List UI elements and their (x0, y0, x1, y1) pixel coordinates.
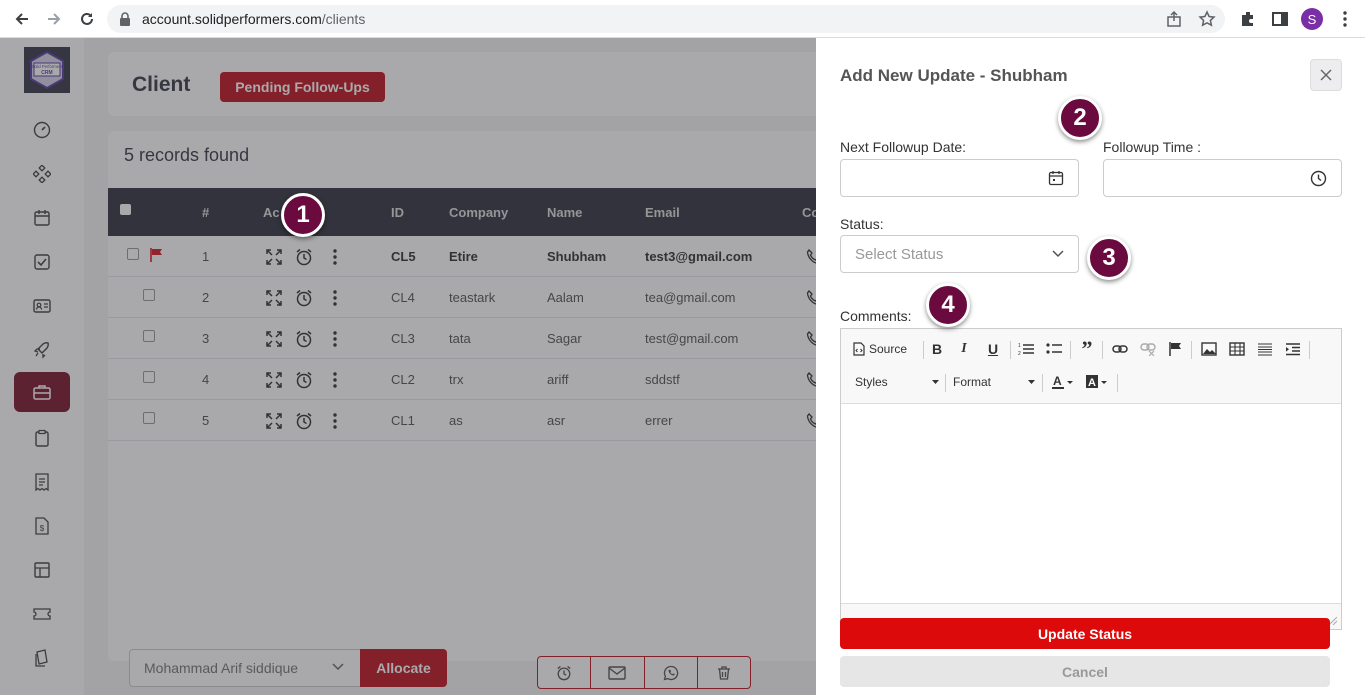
step-badge: 3 (1087, 236, 1131, 280)
toolbar-divider (923, 341, 924, 359)
source-icon (853, 342, 865, 356)
clock-icon[interactable] (1310, 170, 1327, 187)
format-label: Format (953, 375, 992, 389)
share-icon[interactable] (1165, 10, 1183, 28)
forward-icon[interactable] (43, 8, 65, 30)
italic-icon[interactable]: I (954, 339, 974, 359)
bold-icon[interactable]: B (927, 339, 947, 359)
editor-content-area[interactable] (841, 403, 1341, 604)
extensions-icon[interactable] (1238, 9, 1258, 29)
browser-toolbar: account.solidperformers.com/clients S (0, 0, 1365, 38)
table-icon[interactable] (1227, 339, 1247, 359)
next-followup-date-label: Next Followup Date: (840, 139, 967, 155)
resize-handle-icon[interactable] (1329, 617, 1337, 625)
link-icon[interactable] (1110, 339, 1130, 359)
next-followup-date-input[interactable] (840, 159, 1079, 197)
styles-label: Styles (855, 375, 888, 389)
back-icon[interactable] (11, 8, 33, 30)
step-badge: 4 (926, 283, 970, 327)
cancel-button[interactable]: Cancel (840, 656, 1330, 687)
horizontal-line-icon[interactable] (1255, 339, 1275, 359)
format-dropdown[interactable]: Format (953, 372, 1035, 392)
panel-title: Add New Update - Shubham (840, 66, 1068, 85)
bulleted-list-icon[interactable] (1044, 339, 1064, 359)
toolbar-divider (945, 374, 946, 392)
dropdown-arrow-icon (1028, 380, 1035, 384)
svg-text:2: 2 (1018, 351, 1021, 356)
status-placeholder: Select Status (855, 246, 944, 263)
svg-text:1: 1 (1018, 343, 1021, 349)
url-text: account.solidperformers.com/clients (142, 11, 366, 27)
styles-dropdown[interactable]: Styles (855, 372, 939, 392)
toolbar-divider (1309, 341, 1310, 359)
chevron-down-icon (1052, 250, 1064, 258)
unlink-icon[interactable] (1138, 339, 1158, 359)
modal-backdrop[interactable] (0, 38, 816, 695)
blockquote-icon[interactable]: ” (1077, 336, 1097, 361)
status-select[interactable]: Select Status (840, 235, 1079, 273)
toolbar-divider (1191, 341, 1192, 359)
step-badge: 2 (1058, 96, 1102, 140)
kebab-menu-icon[interactable] (1335, 9, 1355, 29)
source-label: Source (869, 342, 908, 356)
reload-icon[interactable] (76, 8, 98, 30)
address-bar[interactable]: account.solidperformers.com/clients (107, 5, 1225, 33)
source-button[interactable]: Source (853, 339, 915, 359)
background-color-icon[interactable]: A (1085, 372, 1111, 392)
image-icon[interactable] (1199, 339, 1219, 359)
close-icon (1320, 69, 1332, 81)
toolbar-divider (1102, 341, 1103, 359)
lock-icon (119, 12, 131, 26)
bookmark-star-icon[interactable] (1198, 10, 1216, 28)
toolbar-divider (1042, 374, 1043, 392)
app: Solid Performers CRM $ Client Pending Fo… (0, 38, 1365, 695)
svg-text:A: A (1053, 374, 1062, 388)
followup-time-label: Followup Time : (1103, 139, 1202, 155)
comments-editor: Source B I U 12 ” Styles Format A A (840, 328, 1342, 630)
calendar-icon[interactable] (1048, 170, 1064, 186)
profile-avatar[interactable]: S (1301, 8, 1323, 30)
step-badge: 1 (281, 193, 325, 237)
anchor-flag-icon[interactable] (1166, 339, 1186, 359)
followup-time-input[interactable] (1103, 159, 1342, 197)
toolbar-divider (1070, 341, 1071, 359)
update-status-button[interactable]: Update Status (840, 618, 1330, 649)
dropdown-arrow-icon (932, 380, 939, 384)
indent-icon[interactable] (1283, 339, 1303, 359)
status-label: Status: (840, 216, 884, 232)
toolbar-divider (1117, 374, 1118, 392)
comments-label: Comments: (840, 308, 912, 324)
side-panel-icon[interactable] (1270, 9, 1290, 29)
close-button[interactable] (1310, 59, 1342, 91)
editor-toolbar: Source B I U 12 ” (841, 333, 1341, 365)
text-color-icon[interactable]: A (1051, 372, 1077, 392)
underline-icon[interactable]: U (983, 339, 1003, 359)
numbered-list-icon[interactable]: 12 (1016, 339, 1036, 359)
editor-toolbar-format: Styles Format A A (841, 366, 1341, 398)
toolbar-divider (1010, 341, 1011, 359)
svg-text:A: A (1088, 377, 1096, 389)
